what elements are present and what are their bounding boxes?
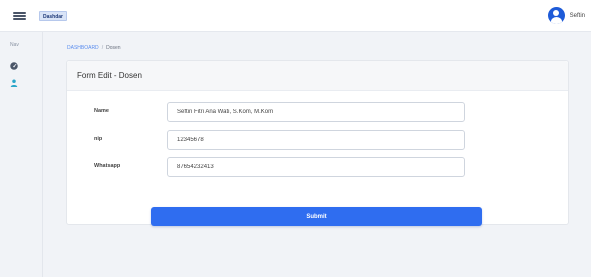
breadcrumb-current: Dosen bbox=[106, 45, 121, 51]
main-content: DASHBOARD/Dosen Form Edit - Dosen Name n… bbox=[43, 32, 591, 277]
user-icon[interactable] bbox=[10, 74, 18, 87]
user-circle-icon[interactable] bbox=[547, 7, 565, 24]
dashboard-gauge-icon[interactable] bbox=[10, 57, 18, 70]
whatsapp-label: Whatsapp bbox=[94, 163, 121, 169]
form-row-name: Name bbox=[67, 102, 570, 122]
sidebar: Nav bbox=[0, 32, 43, 277]
breadcrumb-separator: / bbox=[101, 45, 104, 51]
card-header: Form Edit - Dosen bbox=[67, 61, 568, 91]
top-navbar: Dashdar Seftin bbox=[0, 0, 591, 32]
form-title: Form Edit - Dosen bbox=[77, 71, 142, 80]
hamburger-menu-icon[interactable] bbox=[13, 12, 26, 20]
user-menu[interactable]: Seftin bbox=[547, 7, 585, 24]
breadcrumb-home-link[interactable]: DASHBOARD bbox=[67, 45, 99, 51]
edit-form-card: Form Edit - Dosen Name nip Whatsapp bbox=[66, 60, 569, 225]
breadcrumb: DASHBOARD / Dosen bbox=[67, 45, 121, 51]
brand-logo[interactable]: Dashdar bbox=[39, 11, 68, 21]
username-label[interactable]: Seftin bbox=[570, 13, 585, 19]
name-label: Name bbox=[94, 108, 109, 114]
form-row-whatsapp: Whatsapp bbox=[67, 157, 570, 177]
whatsapp-field[interactable] bbox=[167, 157, 465, 177]
nip-label: nip bbox=[94, 136, 103, 142]
submit-button[interactable]: Submit bbox=[151, 207, 482, 226]
nip-field[interactable] bbox=[167, 130, 465, 150]
name-field[interactable] bbox=[167, 102, 465, 122]
form-row-nip: nip bbox=[67, 130, 570, 150]
sidebar-section-label: Nav bbox=[10, 42, 19, 48]
